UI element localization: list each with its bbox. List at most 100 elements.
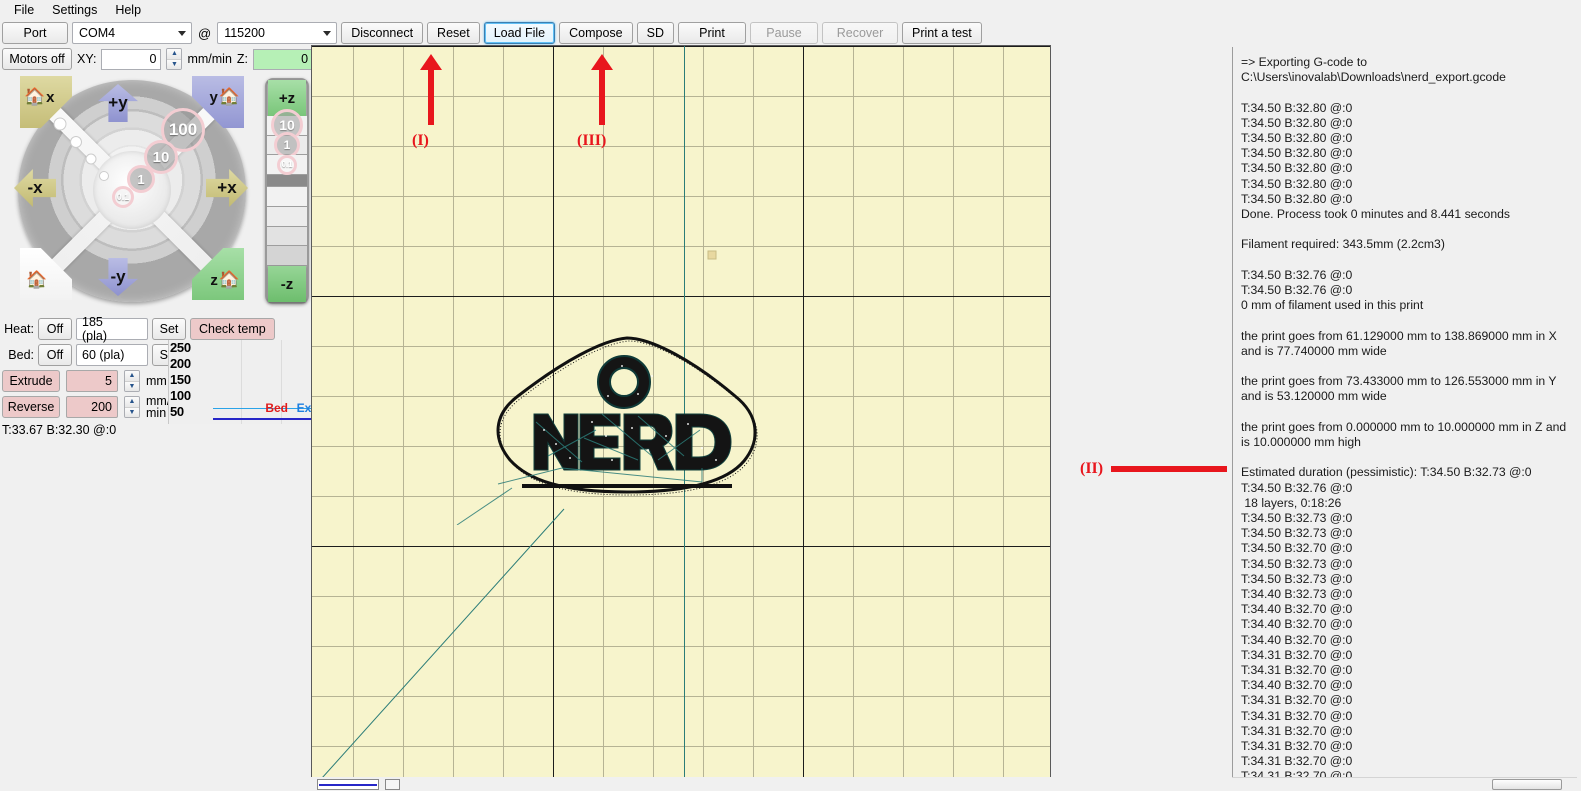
pause-button: Pause	[750, 22, 819, 44]
log-line: T:34.50 B:32.70 @:0	[1241, 541, 1353, 556]
bed-temp-value: 60 (pla)	[82, 348, 125, 362]
jog-plus-x-label: +x	[217, 178, 237, 197]
log-line: T:34.50 B:32.76 @:0	[1241, 480, 1353, 495]
reverse-speed-input[interactable]: 200	[66, 396, 118, 418]
extrude-unit-label: mm	[146, 373, 167, 388]
compose-button[interactable]: Compose	[559, 22, 633, 44]
log-line: 0 mm of filament used in this print	[1241, 298, 1424, 313]
model-outline	[456, 336, 758, 526]
log-line: T:34.50 B:32.80 @:0	[1241, 115, 1353, 130]
log-line: T:34.40 B:32.73 @:0	[1241, 587, 1353, 601]
print-a-test-button[interactable]: Print a test	[902, 22, 982, 44]
reverse-button[interactable]: Reverse	[2, 396, 60, 418]
extrude-button[interactable]: Extrude	[2, 370, 60, 392]
log-line: the print goes from 0.000000 mm to 10.00…	[1241, 419, 1570, 449]
log-line: Estimated duration (pessimistic): T:34.5…	[1241, 465, 1532, 480]
console-log-panel[interactable]: => Exporting G-code to C:\Users\inovalab…	[1232, 47, 1577, 777]
home-x-label: x	[46, 88, 55, 106]
recover-button: Recover	[822, 22, 899, 44]
disconnect-button[interactable]: Disconnect	[341, 22, 424, 44]
log-line: T:34.50 B:32.73 @:0	[1241, 571, 1353, 586]
z-slot-7[interactable]	[267, 246, 307, 267]
stepper-up-icon[interactable]: ▲	[125, 397, 139, 407]
home-icon: 🏠	[24, 87, 46, 106]
log-line: T:34.50 B:32.80 @:0	[1241, 100, 1353, 115]
heat-set-button[interactable]: Set	[152, 318, 186, 340]
reset-button[interactable]: Reset	[427, 22, 480, 44]
log-line: T:34.50 B:32.73 @:0	[1241, 526, 1353, 541]
log-line: T:34.50 B:32.80 @:0	[1241, 161, 1353, 176]
log-line: T:34.50 B:32.80 @:0	[1241, 191, 1353, 206]
extrude-stepper[interactable]: ▲ ▼	[124, 370, 140, 392]
reverse-stepper[interactable]: ▲ ▼	[124, 396, 140, 418]
graph-vgrid	[241, 340, 242, 424]
z-minus-button[interactable]: -z	[268, 266, 306, 303]
temp-tick-250: 250	[170, 340, 191, 355]
gcode-preview-viewport[interactable]: (I) (III)	[311, 45, 1051, 777]
home-y-label: y	[209, 88, 218, 106]
extrude-amount-input[interactable]: 5	[66, 370, 118, 392]
home-icon: 🏠	[218, 270, 240, 289]
stepper-up-icon[interactable]: ▲	[125, 371, 139, 381]
annotation-arrow-two: (II)	[1080, 458, 1252, 480]
printer-host-window: File Settings Help Port COM4 @ 115200 Di…	[0, 0, 1581, 791]
extruder-heat-row: Heat: Off 185 (pla) Set Check temp	[2, 315, 275, 343]
check-temp-button[interactable]: Check temp	[190, 318, 275, 340]
heat-temp-value: 185 (pla)	[82, 315, 108, 343]
bed-label: Bed:	[8, 348, 34, 362]
layer-slider[interactable]	[317, 778, 379, 790]
stepper-down-icon[interactable]: ▼	[125, 380, 139, 391]
heat-temp-select[interactable]: 185 (pla)	[76, 315, 148, 343]
log-line: T:34.40 B:32.70 @:0	[1241, 617, 1353, 632]
control-panel: +y -y -x +x 🏠 x y 🏠 🏠 z 🏠 100 10 1 0.1 +…	[0, 0, 320, 791]
xy-jog-dial[interactable]: +y -y -x +x 🏠 x y 🏠 🏠 z 🏠 100 10 1 0.1	[6, 74, 258, 306]
z-slot-5[interactable]	[267, 206, 307, 227]
bed-temp-select[interactable]: 60 (pla)	[76, 344, 148, 366]
log-line: the print goes from 73.433000 mm to 126.…	[1241, 374, 1560, 404]
jog-minus-x-label: -x	[27, 178, 43, 197]
z-plus-label: +z	[278, 89, 296, 107]
sd-button[interactable]: SD	[636, 22, 675, 44]
temp-tick-200: 200	[170, 356, 191, 371]
annotation-label-three: (III)	[577, 132, 607, 149]
temp-tick-100: 100	[170, 388, 191, 403]
home-icon: 🏠	[218, 87, 240, 106]
z-step-0-1[interactable]: 0.1	[277, 154, 297, 175]
log-line: T:34.40 B:32.70 @:0	[1241, 602, 1353, 617]
stepper-down-icon[interactable]: ▼	[125, 406, 139, 417]
annotation-label-one: (I)	[412, 132, 429, 149]
jog-minus-y-label: -y	[110, 267, 126, 286]
heat-toggle-button[interactable]: Off	[38, 318, 72, 340]
viewport-bottom-bar	[311, 777, 1051, 791]
log-line: Filament required: 343.5mm (2.2cm3)	[1241, 237, 1445, 252]
load-file-button[interactable]: Load File	[483, 22, 556, 44]
z-step-slot-0-1[interactable]: 0.1	[267, 154, 307, 176]
annotation-arrow-one	[420, 54, 442, 126]
step-size-0-1[interactable]: 0.1	[112, 186, 134, 208]
z-slot-4[interactable]	[267, 187, 307, 207]
legend-bed: Bed	[265, 401, 288, 415]
log-line: T:34.40 B:32.70 @:0	[1241, 678, 1353, 693]
log-vertical-scrollbar[interactable]	[1577, 47, 1581, 777]
z-slot-6[interactable]	[267, 226, 307, 247]
nerd-keychain-model[interactable]	[452, 310, 782, 526]
z-step-slot-1[interactable]: 1	[267, 132, 307, 159]
viewport-option-box[interactable]	[385, 778, 400, 790]
temperature-graph[interactable]: 250 200 150 100 50 Bed Ex0	[168, 340, 320, 424]
print-button[interactable]: Print	[678, 22, 747, 44]
log-line: T:34.50 B:32.80 @:0	[1241, 146, 1353, 161]
z-slot-selected[interactable]	[267, 175, 307, 188]
log-line: T:34.31 B:32.70 @:0	[1241, 723, 1353, 738]
scrollbar-thumb[interactable]	[1492, 779, 1562, 790]
graph-line-bed	[213, 418, 320, 420]
log-horizontal-scrollbar[interactable]	[1232, 777, 1577, 791]
z-jog-column[interactable]: +z 10 1 0.1 -z	[265, 78, 309, 304]
jog-plus-y-label: +y	[108, 93, 128, 112]
log-line: T:34.40 B:32.70 @:0	[1241, 632, 1353, 647]
home-z-label: z	[210, 271, 218, 289]
bed-toggle-button[interactable]: Off	[38, 344, 72, 366]
